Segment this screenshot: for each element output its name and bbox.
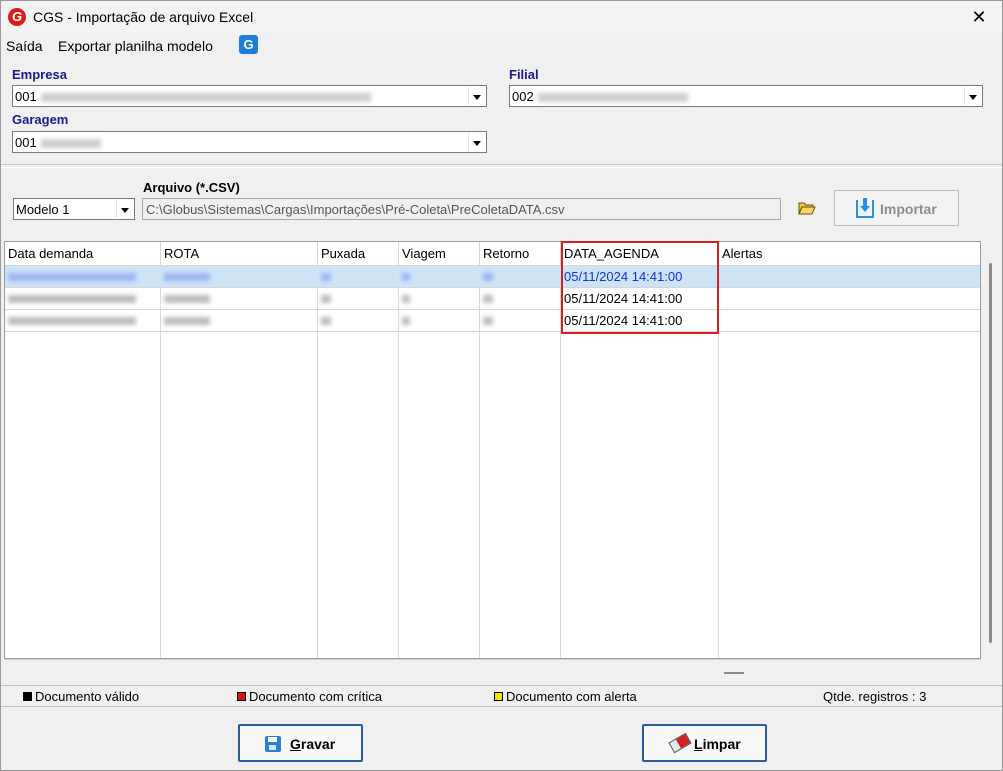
red-square-icon (237, 692, 246, 701)
chevron-down-icon[interactable] (468, 133, 485, 151)
legend-valid: Documento válido (23, 689, 139, 704)
filial-label: Filial (509, 67, 539, 82)
legend-alerta-label: Documento com alerta (506, 689, 637, 704)
cell-puxada-redacted (318, 310, 398, 332)
data-grid[interactable]: Data demanda ROTA Puxada Viagem Retorno … (4, 241, 981, 659)
garagem-name-redacted (40, 139, 101, 149)
column-header-data-demanda[interactable]: Data demanda (5, 242, 161, 266)
cell-retorno-redacted (480, 310, 560, 332)
chevron-down-icon[interactable] (116, 200, 133, 218)
model-select-value: Modelo 1 (16, 202, 70, 217)
legend-alerta: Documento com alerta (494, 689, 637, 704)
cell-puxada-redacted (318, 288, 398, 310)
window-title: CGS - Importação de arquivo Excel (33, 9, 254, 25)
empresa-code: 001 (15, 89, 37, 104)
column-header-data-agenda[interactable]: DATA_AGENDA (561, 242, 719, 266)
cell-puxada-redacted (318, 266, 398, 288)
cell-rota-redacted (161, 288, 317, 310)
gravar-button-label: Gravar (290, 736, 336, 752)
black-square-icon (23, 692, 32, 701)
column-header-viagem[interactable]: Viagem (399, 242, 480, 266)
eraser-icon (668, 732, 692, 754)
import-download-icon (856, 198, 874, 218)
legend-critica-label: Documento com crítica (249, 689, 382, 704)
cell-data-demanda-redacted (5, 266, 160, 288)
limpar-button[interactable]: Limpar (642, 724, 767, 762)
record-count: Qtde. registros : 3 (823, 689, 927, 704)
legend-critica: Documento com crítica (237, 689, 382, 704)
import-button-label: Importar (880, 201, 937, 217)
vertical-scrollbar[interactable] (981, 241, 1001, 659)
horizontal-scrollbar[interactable] (4, 659, 981, 683)
grid-header: Data demanda ROTA Puxada Viagem Retorno … (5, 242, 980, 266)
legend-valid-label: Documento válido (35, 689, 140, 704)
import-button[interactable]: Importar (834, 190, 959, 226)
chevron-down-icon[interactable] (964, 87, 981, 105)
horizontal-scroll-thumb[interactable] (724, 672, 744, 674)
cell-rota-redacted (161, 310, 317, 332)
cell-rota-redacted (161, 266, 317, 288)
table-row[interactable]: 05/11/2024 14:41:00 (5, 310, 980, 332)
filial-code: 002 (512, 89, 534, 104)
table-row[interactable]: 05/11/2024 14:41:00 (5, 266, 980, 288)
menu-item-exportar-planilha[interactable]: Exportar planilha modelo (58, 38, 213, 54)
arquivo-label: Arquivo (*.CSV) (143, 180, 240, 195)
import-window: G CGS - Importação de arquivo Excel ✕ Sa… (0, 0, 1003, 771)
file-section: Modelo 1 Arquivo (*.CSV) C:\Globus\Siste… (1, 167, 1002, 239)
column-header-puxada[interactable]: Puxada (318, 242, 399, 266)
close-button[interactable]: ✕ (956, 1, 1002, 33)
empresa-name-redacted (40, 93, 371, 103)
garagem-code: 001 (15, 135, 37, 150)
cell-data-agenda: 05/11/2024 14:41:00 (564, 269, 683, 284)
cell-data-demanda-redacted (5, 288, 160, 310)
chevron-down-icon[interactable] (468, 87, 485, 105)
cell-retorno-redacted (480, 266, 560, 288)
cell-data-agenda: 05/11/2024 14:41:00 (564, 291, 683, 306)
table-row[interactable]: 05/11/2024 14:41:00 (5, 288, 980, 310)
file-path-field[interactable]: C:\Globus\Sistemas\Cargas\Importações\Pr… (142, 198, 781, 220)
yellow-square-icon (494, 692, 503, 701)
column-header-rota[interactable]: ROTA (161, 242, 318, 266)
menu-item-saida[interactable]: Saída (6, 38, 43, 54)
title-bar: G CGS - Importação de arquivo Excel ✕ (1, 1, 1002, 33)
garagem-label: Garagem (12, 112, 69, 127)
cell-viagem-redacted (399, 310, 479, 332)
gravar-button[interactable]: Gravar (238, 724, 363, 762)
app-logo-icon: G (8, 8, 26, 26)
limpar-button-label: Limpar (694, 736, 741, 752)
cell-data-demanda-redacted (5, 310, 160, 332)
empresa-select[interactable]: 001 (12, 85, 487, 107)
cell-viagem-redacted (399, 266, 479, 288)
filial-select[interactable]: 002 (509, 85, 983, 107)
column-header-retorno[interactable]: Retorno (480, 242, 561, 266)
empresa-label: Empresa (12, 67, 67, 82)
model-select[interactable]: Modelo 1 (13, 198, 135, 220)
save-disk-icon (265, 736, 281, 752)
globus-logo-icon[interactable]: G (239, 35, 258, 54)
filter-section: Empresa 001 Filial 002 Garagem 001 (1, 61, 1002, 165)
column-header-alertas[interactable]: Alertas (719, 242, 980, 266)
folder-open-icon[interactable] (798, 201, 816, 215)
cell-viagem-redacted (399, 288, 479, 310)
cell-retorno-redacted (480, 288, 560, 310)
status-legend: Documento válido Documento com crítica D… (1, 685, 1002, 707)
vertical-scroll-thumb[interactable] (989, 263, 992, 643)
garagem-select[interactable]: 001 (12, 131, 487, 153)
filial-name-redacted (537, 93, 688, 103)
cell-data-agenda: 05/11/2024 14:41:00 (564, 313, 683, 328)
